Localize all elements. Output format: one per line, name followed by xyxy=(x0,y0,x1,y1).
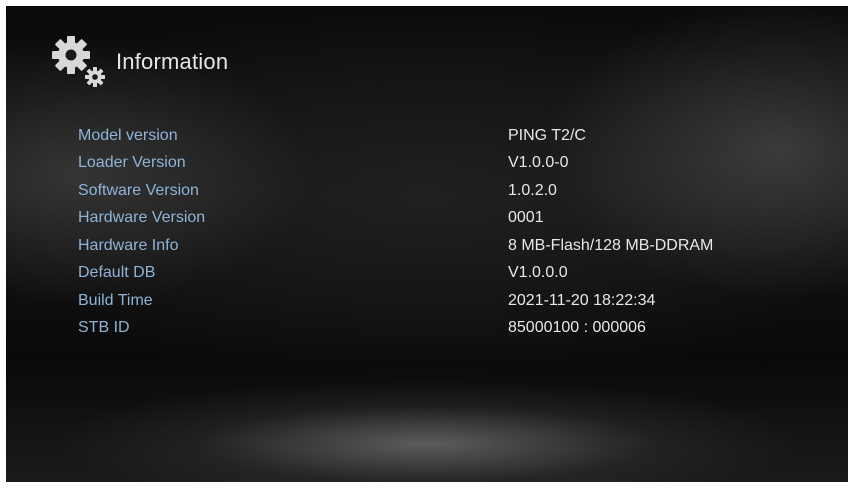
info-row-model-version: Model version PING T2/C xyxy=(78,122,798,150)
info-row-build-time: Build Time 2021-11-20 18:22:34 xyxy=(78,287,798,315)
info-label: Loader Version xyxy=(78,154,186,172)
info-row-stb-id: STB ID 85000100 : 000006 xyxy=(78,315,798,343)
info-value: V1.0.0-0 xyxy=(508,154,569,172)
info-row-software-version: Software Version 1.0.2.0 xyxy=(78,177,798,205)
info-value: V1.0.0.0 xyxy=(508,264,568,282)
page-title: Information xyxy=(116,49,229,74)
info-row-default-db: Default DB V1.0.0.0 xyxy=(78,260,798,288)
info-label: STB ID xyxy=(78,319,130,337)
gear-icon xyxy=(50,34,112,90)
info-label: Model version xyxy=(78,126,178,144)
header: Information xyxy=(50,32,228,92)
info-value: 8 MB-Flash/128 MB-DDRAM xyxy=(508,236,714,254)
info-label: Hardware Version xyxy=(78,209,206,227)
info-label: Hardware Info xyxy=(78,236,179,254)
info-value: 0001 xyxy=(508,209,544,227)
info-list: Model version PING T2/C Loader Version V… xyxy=(78,122,798,342)
info-row-hardware-version: Hardware Version 0001 xyxy=(78,205,798,233)
info-row-loader-version: Loader Version V1.0.0-0 xyxy=(78,150,798,178)
info-value: PING T2/C xyxy=(508,126,586,144)
info-row-hardware-info: Hardware Info 8 MB-Flash/128 MB-DDRAM xyxy=(78,232,798,260)
info-label: Software Version xyxy=(78,181,199,199)
info-label: Default DB xyxy=(78,264,156,282)
info-label: Build Time xyxy=(78,291,153,309)
information-screen: Information Model version PING T2/C Load… xyxy=(6,6,848,482)
info-value: 85000100 : 000006 xyxy=(508,319,646,337)
info-value: 2021-11-20 18:22:34 xyxy=(508,291,656,309)
info-value: 1.0.2.0 xyxy=(508,181,557,199)
